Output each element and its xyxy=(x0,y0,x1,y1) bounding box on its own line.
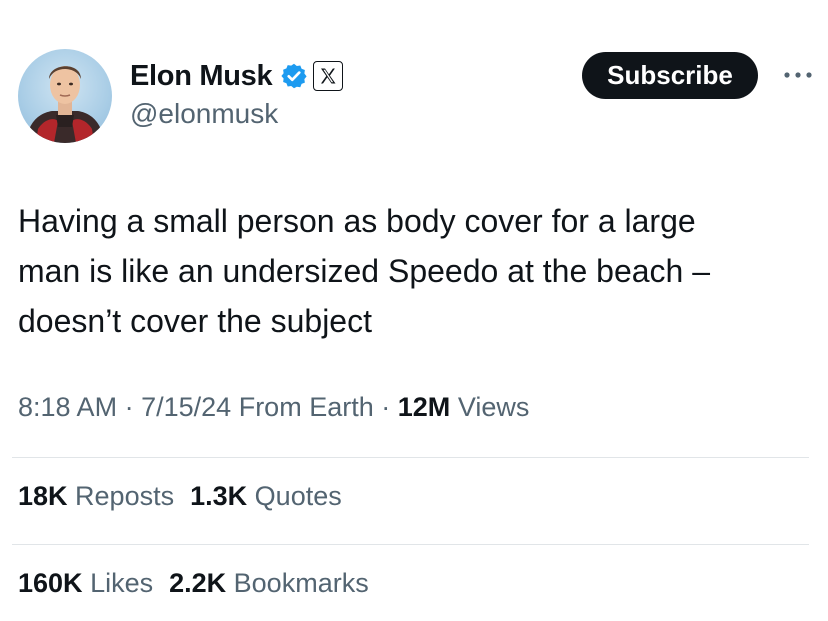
likes-stat[interactable]: 160K Likes xyxy=(18,568,153,599)
meta-separator: · xyxy=(124,392,134,422)
reposts-stat[interactable]: 18K Reposts xyxy=(18,481,174,512)
tweet-text-line: doesn’t cover the subject xyxy=(18,303,372,339)
author-name-row: Elon Musk xyxy=(130,58,344,94)
meta-separator: · xyxy=(381,392,391,422)
views-count: 12M xyxy=(397,392,451,422)
tweet-card: Elon Musk @elonmusk Subscribe Having a s… xyxy=(0,0,828,621)
author-display-name[interactable]: Elon Musk xyxy=(130,60,273,93)
tweet-text: Having a small person as body cover for … xyxy=(18,196,808,346)
bookmarks-stat[interactable]: 2.2K Bookmarks xyxy=(169,568,369,599)
stats-row-likes-bookmarks: 160K Likes 2.2K Bookmarks xyxy=(18,568,369,599)
stats-row-reposts-quotes: 18K Reposts 1.3K Quotes xyxy=(18,481,342,512)
tweet-source: From Earth xyxy=(238,392,374,422)
bookmarks-label: Bookmarks xyxy=(233,568,369,598)
avatar[interactable] xyxy=(18,49,112,143)
subscribe-button[interactable]: Subscribe xyxy=(582,52,758,99)
verified-badge-icon[interactable] xyxy=(280,62,308,90)
profile-photo-icon xyxy=(26,66,104,143)
quotes-count: 1.3K xyxy=(190,481,248,511)
author-handle[interactable]: @elonmusk xyxy=(130,98,278,130)
reposts-label: Reposts xyxy=(75,481,175,511)
x-logo-icon[interactable] xyxy=(313,61,344,91)
tweet-time[interactable]: 8:18 AM xyxy=(18,392,117,422)
tweet-date[interactable]: 7/15/24 xyxy=(141,392,231,422)
tweet-text-line: man is like an undersized Speedo at the … xyxy=(18,253,711,289)
quotes-label: Quotes xyxy=(254,481,342,511)
quotes-stat[interactable]: 1.3K Quotes xyxy=(190,481,342,512)
tweet-meta: 8:18 AM · 7/15/24 From Earth · 12M Views xyxy=(18,392,529,423)
divider xyxy=(12,544,809,545)
likes-count: 160K xyxy=(18,568,83,598)
views-label: Views xyxy=(457,392,530,422)
bookmarks-count: 2.2K xyxy=(169,568,227,598)
divider xyxy=(12,457,809,458)
more-options-icon[interactable] xyxy=(778,62,818,88)
likes-label: Likes xyxy=(90,568,154,598)
reposts-count: 18K xyxy=(18,481,68,511)
tweet-text-line: Having a small person as body cover for … xyxy=(18,203,696,239)
